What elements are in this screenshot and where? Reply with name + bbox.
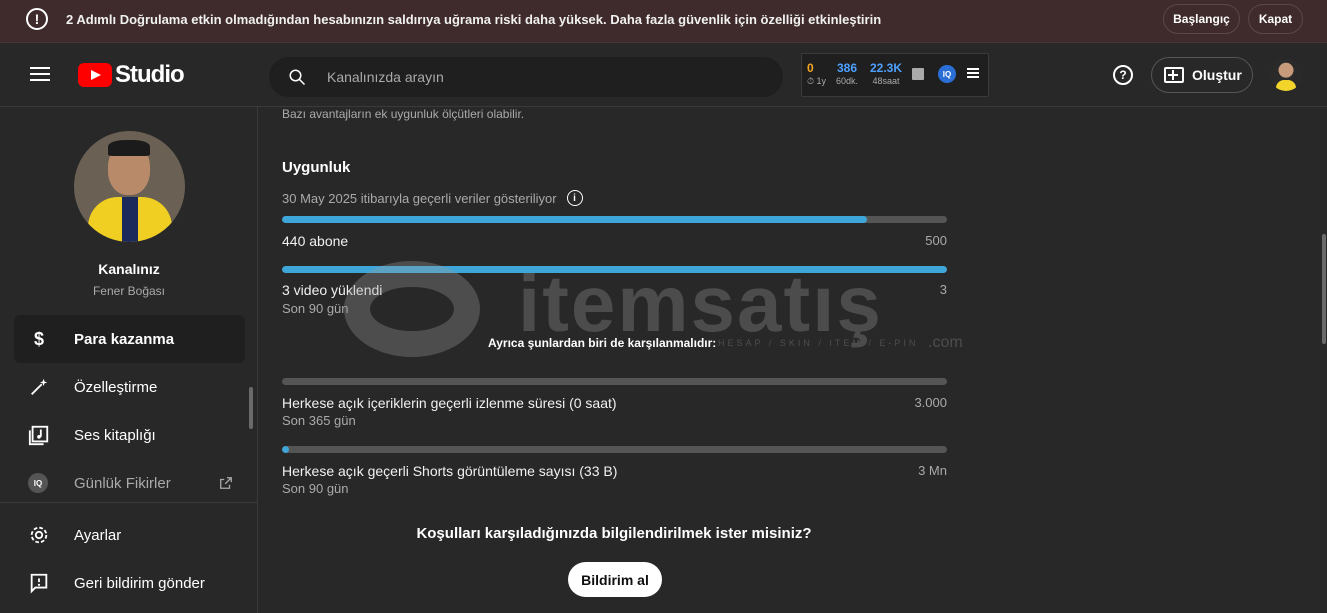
get-notified-button[interactable]: Bildirim al — [568, 562, 662, 597]
sidebar-item-send-feedback[interactable]: Geri bildirim gönder — [14, 559, 245, 607]
start-button[interactable]: Başlangıç — [1163, 4, 1240, 34]
requirement-target: 3.000 — [914, 395, 947, 410]
youtube-logo-icon — [78, 63, 112, 87]
sidebar-item-daily-ideas[interactable]: IQ Günlük Fikirler — [14, 459, 245, 507]
search-icon — [289, 69, 306, 86]
iq-icon[interactable]: IQ — [938, 65, 956, 83]
top-header: Studio 0 ⏱ 1y 386 60dk. 22.3K 48saat IQ … — [0, 43, 1327, 107]
progress-track — [282, 216, 947, 223]
sidebar-scrollbar[interactable] — [249, 387, 253, 429]
channel-handle: Fener Boğası — [92, 284, 166, 298]
search-input[interactable] — [327, 58, 767, 96]
stats-widget[interactable]: 0 ⏱ 1y 386 60dk. 22.3K 48saat IQ — [801, 53, 989, 97]
stat-60min: 386 60dk. — [836, 61, 859, 86]
magic-wand-icon — [31, 378, 48, 395]
account-avatar[interactable] — [1270, 59, 1302, 91]
requirement-target: 3 Mn — [918, 463, 947, 478]
iq-icon: IQ — [28, 473, 48, 493]
security-warning-banner: ! 2 Adımlı Doğrulama etkin olmadığından … — [0, 0, 1327, 43]
also-required-label: Ayrıca şunlardan biri de karşılanmalıdır… — [488, 336, 717, 350]
intro-text: Bazı avantajların ek uygunluk ölçütleri … — [282, 107, 525, 121]
notify-question: Koşulları karşıladığınızda bilgilendiril… — [416, 525, 812, 542]
close-banner-button[interactable]: Kapat — [1248, 4, 1303, 34]
sidebar-item-label: Para kazanma — [74, 330, 175, 348]
sidebar-item-customization[interactable]: Özelleştirme — [14, 363, 245, 411]
create-button[interactable]: Oluştur — [1151, 57, 1253, 93]
alert-circle-icon: ! — [26, 8, 48, 30]
external-link-icon — [220, 477, 232, 489]
dollar-icon: $ — [33, 328, 44, 349]
sidebar-item-label: Geri bildirim gönder — [74, 574, 205, 592]
progress-track — [282, 266, 947, 273]
progress-track — [282, 446, 947, 453]
requirement-label: 440 abone — [282, 233, 349, 249]
progress-fill — [282, 446, 290, 453]
data-note-text: 30 May 2025 itibarıyla geçerli veriler g… — [282, 190, 557, 206]
music-library-icon — [28, 425, 49, 446]
sidebar-item-settings[interactable]: Ayarlar — [14, 511, 245, 559]
progress-fill — [282, 266, 947, 273]
menu-icon[interactable] — [30, 67, 50, 81]
sidebar-item-monetization[interactable]: $ Para kazanma — [14, 315, 245, 363]
channel-name: Kanalınız — [98, 261, 160, 277]
stat-48h: 22.3K 48saat — [870, 61, 903, 86]
progress-track — [282, 378, 947, 385]
search-bar[interactable] — [269, 57, 783, 97]
requirement-label: Herkese açık geçerli Shorts görüntüleme … — [282, 463, 618, 479]
info-icon[interactable]: i — [566, 190, 583, 206]
sidebar-item-label: Ses kitaplığı — [74, 426, 156, 444]
gear-icon — [30, 526, 48, 544]
stat-realtime: 0 ⏱ 1y — [807, 61, 827, 86]
sidebar-item-label: Ayarlar — [74, 526, 122, 544]
requirement-target: 3 — [939, 282, 947, 297]
section-title: Uygunluk — [282, 159, 351, 176]
chart-icon[interactable] — [912, 68, 924, 80]
create-label: Oluştur — [1192, 67, 1242, 83]
banner-message: 2 Adımlı Doğrulama etkin olmadığından he… — [66, 12, 882, 27]
main-scrollbar[interactable] — [1322, 234, 1326, 344]
studio-logo[interactable]: Studio — [78, 61, 185, 89]
requirement-period: Son 90 gün — [282, 301, 349, 316]
feedback-icon — [30, 573, 48, 594]
logo-text: Studio — [115, 61, 185, 88]
sidebar-item-label: Günlük Fikirler — [74, 474, 171, 492]
sidebar-item-audio-library[interactable]: Ses kitaplığı — [14, 411, 245, 459]
sidebar-item-label: Özelleştirme — [74, 378, 158, 396]
requirement-label: 3 video yüklendi — [282, 282, 383, 298]
sidebar: Kanalınız Fener Boğası $ Para kazanma Öz… — [0, 107, 258, 613]
requirement-period: Son 365 gün — [282, 413, 356, 428]
channel-avatar[interactable] — [74, 131, 185, 242]
requirement-label: Herkese açık içeriklerin geçerli izlenme… — [282, 395, 617, 411]
stats-menu-icon[interactable] — [967, 68, 979, 78]
progress-fill — [282, 216, 868, 223]
sidebar-divider — [0, 502, 258, 503]
data-note: 30 May 2025 itibarıyla geçerli veriler g… — [282, 190, 583, 206]
requirement-period: Son 90 gün — [282, 481, 349, 496]
add-video-icon — [1164, 67, 1184, 83]
main-content: Bazı avantajların ek uygunluk ölçütleri … — [258, 107, 1327, 613]
requirement-target: 500 — [925, 233, 947, 248]
help-icon[interactable]: ? — [1113, 65, 1133, 85]
